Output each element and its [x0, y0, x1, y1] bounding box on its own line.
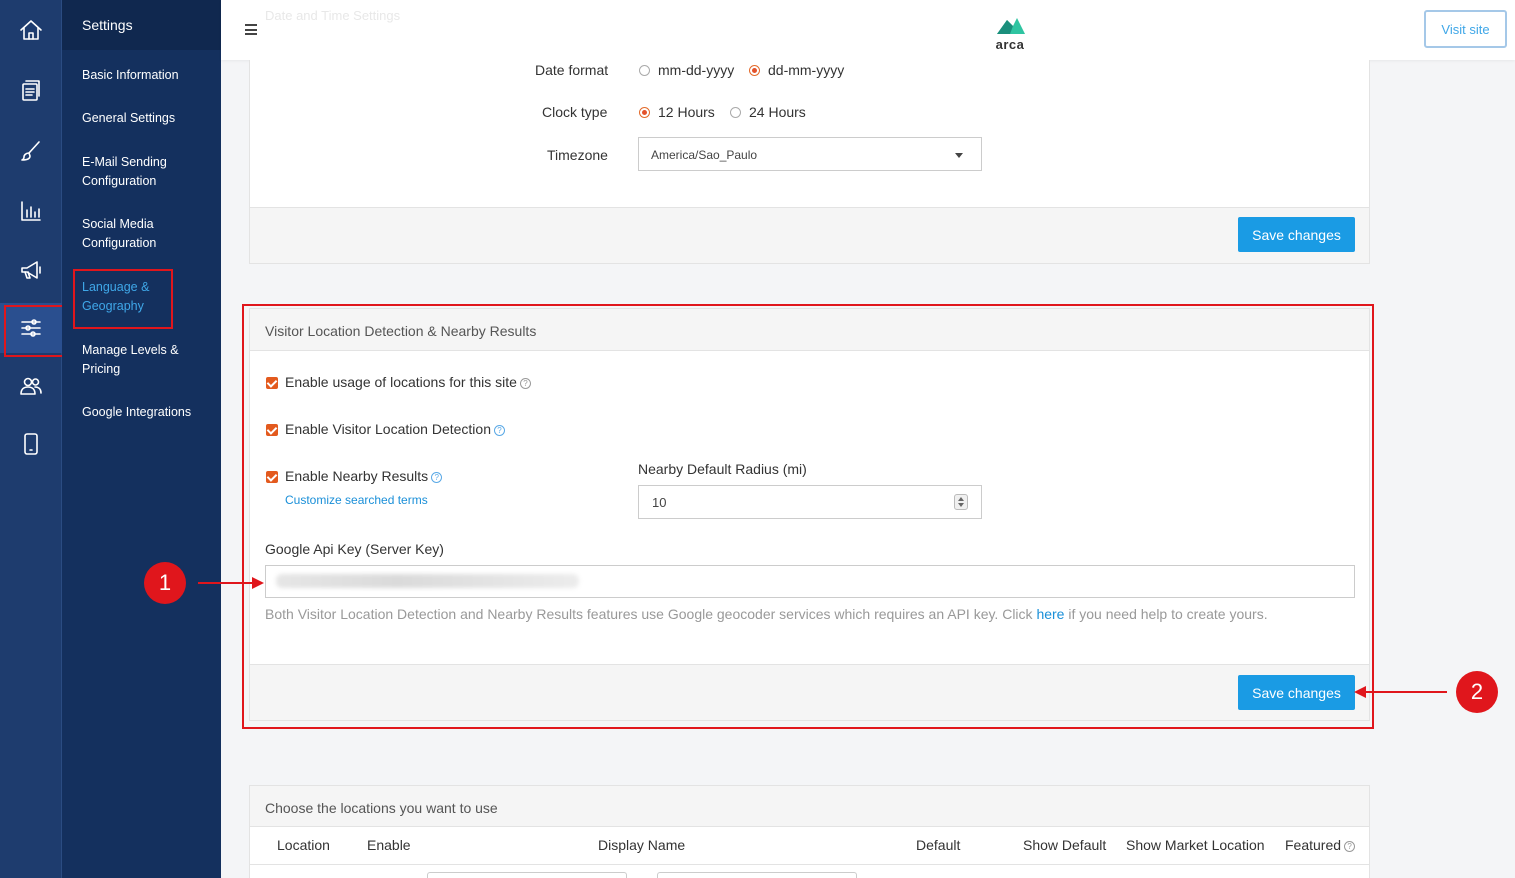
radio-12-hours[interactable]: [639, 107, 650, 118]
timezone-value: America/Sao_Paulo: [651, 148, 758, 162]
annotation-marker-2: 2: [1456, 671, 1498, 713]
datetime-panel-footer: [250, 207, 1369, 263]
annotation-highlight-location-panel: [242, 304, 1374, 729]
column-featured: Featured?: [1285, 837, 1356, 853]
pages-icon: [22, 80, 40, 101]
annotation-arrow-2: [1364, 691, 1447, 693]
megaphone-icon: [21, 261, 41, 279]
icon-rail: [0, 0, 64, 878]
rail-settings[interactable]: [0, 303, 64, 357]
column-show-market-location: Show Market Location: [1126, 837, 1265, 853]
clock-type-label: Clock type: [542, 104, 608, 120]
chevron-down-icon: [955, 153, 963, 158]
sidebar-item-general-settings[interactable]: General Settings: [82, 109, 212, 128]
rail-pages[interactable]: [0, 65, 62, 115]
annotation-arrow-1-head: [252, 577, 264, 589]
top-header: Date and Time Settings arca Visit site: [221, 0, 1515, 60]
locations-panel-title: Choose the locations you want to use: [250, 786, 1369, 827]
timezone-select[interactable]: America/Sao_Paulo: [638, 137, 982, 171]
users-icon: [20, 377, 42, 395]
rail-users[interactable]: [0, 361, 62, 411]
rail-home[interactable]: [0, 5, 62, 55]
rail-reports[interactable]: [0, 186, 62, 236]
home-icon: [20, 20, 42, 40]
column-default: Default: [916, 837, 961, 853]
radio-label-12-hours: 12 Hours: [658, 104, 715, 120]
timezone-label: Timezone: [547, 147, 608, 163]
settings-sidebar: Settings Basic Information General Setti…: [62, 0, 221, 878]
radio-label-dd-mm-yyyy: dd-mm-yyyy: [768, 62, 845, 78]
annotation-arrow-1: [198, 582, 254, 584]
logo-text: arca: [995, 37, 1025, 52]
rail-promote[interactable]: [0, 245, 62, 295]
radio-24-hours[interactable]: [730, 107, 741, 118]
sliders-icon: [21, 319, 41, 337]
sidebar-item-google-integrations[interactable]: Google Integrations: [82, 403, 212, 422]
column-display-name: Display Name: [598, 837, 686, 853]
radio-mm-dd-yyyy[interactable]: [639, 65, 650, 76]
sidebar-item-manage-levels[interactable]: Manage Levels & Pricing: [82, 341, 197, 379]
visit-site-button[interactable]: Visit site: [1424, 10, 1507, 48]
radio-label-24-hours: 24 Hours: [749, 104, 806, 120]
arca-logo-icon: [997, 18, 1025, 34]
rail-mobile[interactable]: [0, 419, 62, 469]
annotation-highlight-sidebar: [73, 269, 173, 329]
rail-design[interactable]: [0, 126, 62, 176]
date-format-label: Date format: [535, 62, 609, 78]
table-header-divider: [250, 864, 1369, 865]
help-icon[interactable]: ?: [1344, 841, 1356, 852]
hamburger-menu-icon[interactable]: [245, 24, 257, 35]
radio-label-mm-dd-yyyy: mm-dd-yyyy: [658, 62, 735, 78]
mobile-icon: [24, 433, 38, 455]
sidebar-item-social-media[interactable]: Social Media Configuration: [82, 215, 182, 253]
display-name-input-stub[interactable]: [427, 872, 627, 878]
save-datetime-button[interactable]: Save changes: [1238, 217, 1355, 252]
brush-icon: [21, 141, 40, 161]
faded-section-title: Date and Time Settings: [265, 8, 401, 23]
display-name-input-stub-2[interactable]: [657, 872, 857, 878]
column-show-default: Show Default: [1023, 837, 1107, 853]
chart-icon: [21, 201, 41, 221]
radio-dd-mm-yyyy[interactable]: [749, 65, 760, 76]
annotation-marker-1: 1: [144, 562, 186, 604]
arca-logo: arca: [990, 14, 1030, 52]
column-location: Location: [277, 837, 330, 853]
sidebar-title: Settings: [62, 0, 221, 50]
annotation-arrow-2-head: [1354, 686, 1366, 698]
column-enable: Enable: [367, 837, 411, 853]
sidebar-item-email-sending[interactable]: E-Mail Sending Configuration: [82, 153, 192, 191]
sidebar-item-basic-information[interactable]: Basic Information: [82, 66, 212, 85]
